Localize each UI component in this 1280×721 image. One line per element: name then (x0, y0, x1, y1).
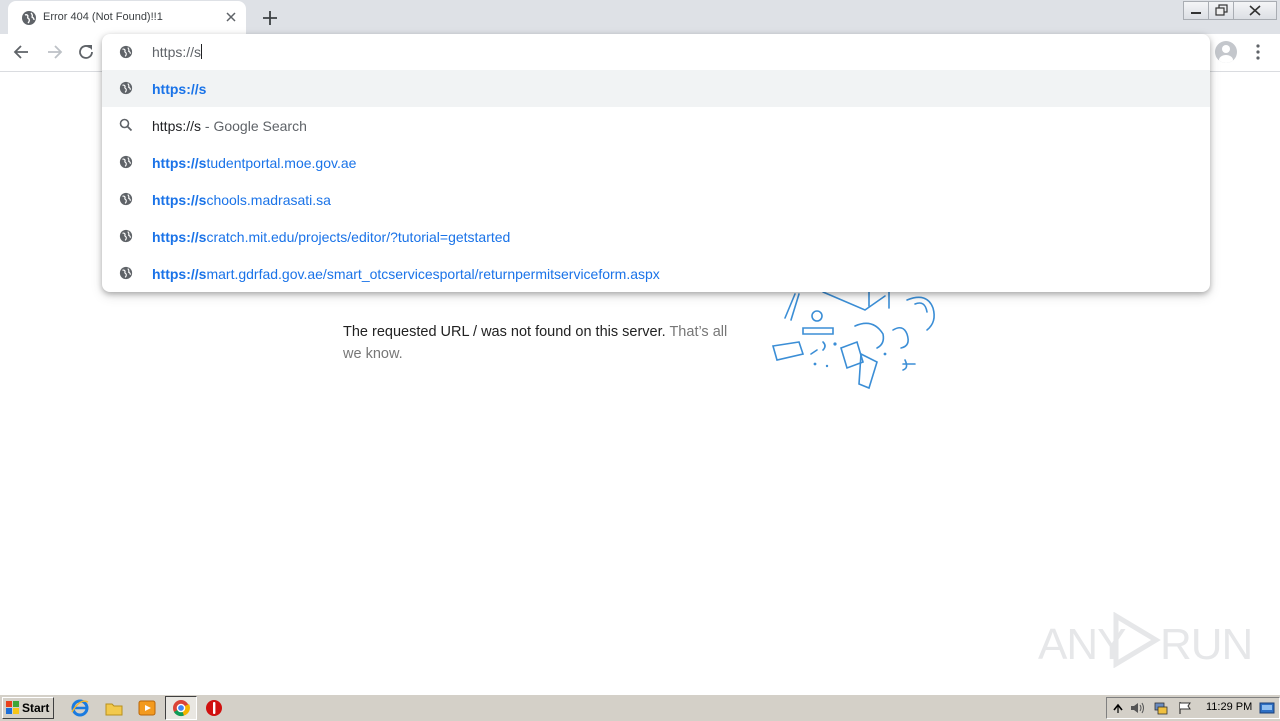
suggestion-row[interactable]: https://s - Google Search (102, 107, 1210, 144)
folder-icon[interactable] (104, 698, 124, 718)
suggestion-suffix: - Google Search (201, 118, 307, 134)
watermark-text-right: RUN (1160, 620, 1253, 669)
profile-avatar[interactable] (1215, 41, 1237, 63)
globe-icon (22, 11, 36, 25)
restore-icon (1215, 4, 1228, 16)
suggestion-url: https://smart.gdrfad.gov.ae/smart_otcser… (152, 266, 660, 282)
suggestion-match: https://s (152, 81, 207, 97)
close-window-button[interactable] (1233, 1, 1277, 20)
search-icon (119, 118, 133, 132)
globe-icon (119, 229, 133, 243)
globe-icon (119, 81, 133, 95)
back-arrow-icon[interactable] (12, 42, 32, 62)
suggestion-row[interactable]: https://s (102, 70, 1210, 107)
windows-taskbar: Start 11:29 PM (0, 694, 1280, 721)
suggestion-rest: chools.madrasati.sa (206, 192, 331, 208)
chevron-up-icon[interactable] (1110, 701, 1126, 715)
suggestion-url: https://s (152, 81, 206, 97)
start-label: Start (22, 701, 50, 715)
tab-strip: Error 404 (Not Found)!!1 (0, 0, 1280, 34)
minimize-icon (1191, 12, 1201, 14)
close-icon[interactable] (224, 10, 238, 24)
network-icon[interactable] (1153, 701, 1169, 715)
suggestion-match: https://s (152, 155, 207, 171)
omnibox-dropdown: https://s https://s https://s - Google S… (102, 34, 1210, 292)
omnibox-typed-value: https://s (152, 44, 202, 60)
stop-sign-icon[interactable] (204, 698, 224, 718)
tab-active[interactable]: Error 404 (Not Found)!!1 (8, 1, 246, 34)
suggestion-rest: tudentportal.moe.gov.ae (206, 155, 357, 171)
error-message: The requested URL / was not found on thi… (343, 321, 743, 365)
globe-icon (119, 155, 133, 169)
chrome-icon (173, 700, 190, 717)
suggestion-url: https://schools.madrasati.sa (152, 192, 331, 208)
taskbar-chrome-active[interactable] (165, 696, 197, 720)
globe-icon (119, 192, 133, 206)
windows-logo-icon (6, 701, 19, 714)
suggestion-row[interactable]: https://schools.madrasati.sa (102, 181, 1210, 218)
suggestion-match: https://s (152, 192, 207, 208)
action-center-flag-icon[interactable] (1177, 701, 1193, 715)
minimize-button[interactable] (1183, 1, 1209, 20)
suggestion-row[interactable]: https://studentportal.moe.gov.ae (102, 144, 1210, 181)
restore-button[interactable] (1208, 1, 1234, 20)
suggestion-url: https://studentportal.moe.gov.ae (152, 155, 356, 171)
suggestion-rest: cratch.mit.edu/projects/editor/?tutorial… (206, 229, 511, 245)
suggestion-row[interactable]: https://smart.gdrfad.gov.ae/smart_otcser… (102, 255, 1210, 292)
system-tray: 11:29 PM (1106, 697, 1280, 719)
tab-title: Error 404 (Not Found)!!1 (43, 11, 163, 23)
suggestion-match: https://s (152, 229, 207, 245)
show-desktop-icon[interactable] (1259, 701, 1275, 715)
reload-icon[interactable] (76, 42, 96, 62)
omnibox-typed-text[interactable]: https://s (152, 44, 203, 60)
taskbar-clock: 11:29 PM (1206, 701, 1253, 713)
broken-robot-illustration (771, 291, 935, 390)
suggestion-query: https://s (152, 118, 202, 134)
globe-icon (119, 45, 133, 59)
start-button[interactable]: Start (2, 697, 54, 719)
anyrun-watermark: ANY RUN (1038, 612, 1253, 669)
internet-explorer-icon[interactable] (70, 698, 90, 718)
person-icon (1219, 45, 1233, 63)
forward-arrow-icon[interactable] (44, 42, 64, 62)
more-menu-icon[interactable] (1250, 42, 1266, 62)
globe-icon (119, 266, 133, 280)
suggestion-url: https://scratch.mit.edu/projects/editor/… (152, 229, 510, 245)
suggestion-match: https://s (152, 266, 207, 282)
new-tab-icon[interactable] (260, 8, 280, 28)
suggestion-row[interactable]: https://scratch.mit.edu/projects/editor/… (102, 218, 1210, 255)
error-main-text: The requested URL / was not found on thi… (343, 324, 666, 340)
suggestion-search: https://s - Google Search (152, 118, 307, 134)
suggestion-rest: mart.gdrfad.gov.ae/smart_otcservicesport… (206, 266, 660, 282)
play-logo-icon (1113, 612, 1161, 668)
media-player-icon[interactable] (137, 698, 157, 718)
omnibox-input[interactable]: https://s (102, 34, 1210, 70)
volume-icon[interactable] (1129, 701, 1145, 715)
close-window-icon (1249, 5, 1261, 16)
text-caret (201, 44, 203, 59)
